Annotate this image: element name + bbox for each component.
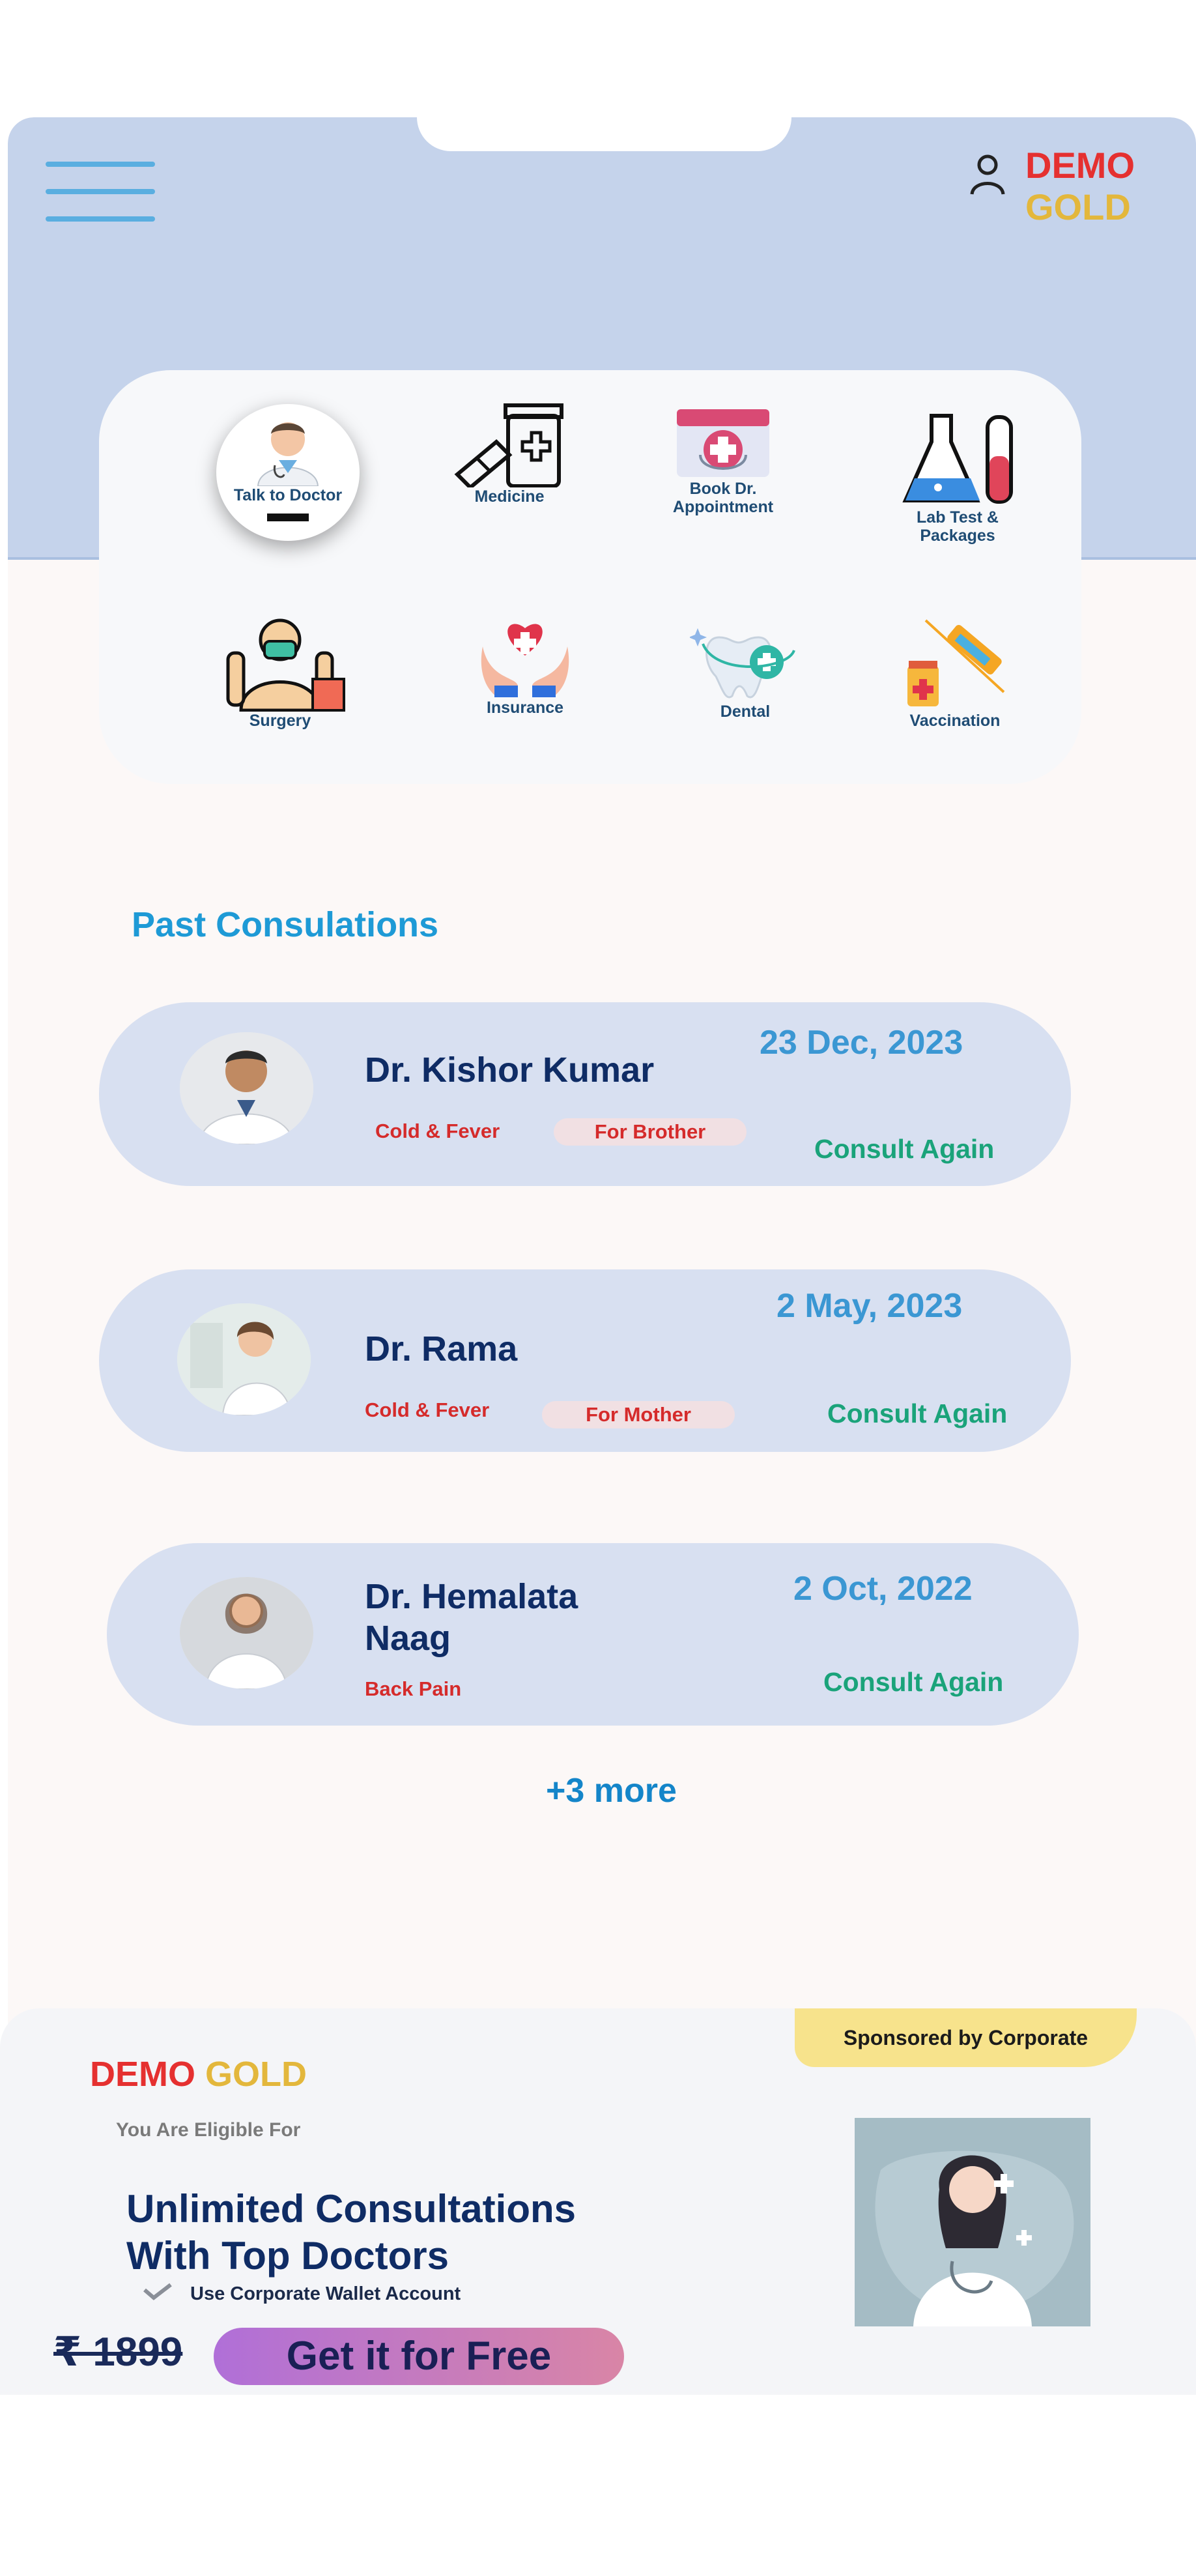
service-medicine[interactable]: Medicine: [438, 403, 581, 506]
headline-line-2: With Top Doctors: [126, 2234, 449, 2278]
consult-date: 2 Oct, 2022: [793, 1570, 973, 1608]
consult-date: 23 Dec, 2023: [760, 1024, 963, 1062]
syringe-icon: [907, 619, 1005, 706]
relation-tag: For Mother: [542, 1401, 735, 1428]
service-surgery[interactable]: Surgery: [215, 614, 345, 730]
wallet-note: Use Corporate Wallet Account: [190, 2283, 461, 2304]
service-lab-test[interactable]: Lab Test & Packages: [886, 411, 1029, 545]
sponsor-badge: Sponsored by Corporate: [795, 2008, 1137, 2067]
service-talk-to-doctor[interactable]: Talk to Doctor: [216, 414, 360, 521]
consult-date: 2 May, 2023: [776, 1287, 963, 1325]
condition-tag: Cold & Fever: [365, 1398, 490, 1421]
calendar-appointment-icon: [677, 409, 769, 477]
original-price: ₹ 1899: [53, 2330, 183, 2375]
tooth-icon: [690, 628, 795, 699]
doctor-name: Dr. Rama: [365, 1329, 518, 1368]
hamburger-menu-icon[interactable]: [46, 162, 155, 224]
doctor-illustration: [855, 2118, 1090, 2326]
brand-demo-text: DEMO: [1025, 145, 1135, 186]
service-insurance[interactable]: Insurance: [460, 614, 590, 717]
brand-gold-text: GOLD: [1025, 186, 1131, 227]
service-label: Dental: [720, 702, 771, 721]
headline-line-1: Unlimited Consultations: [126, 2187, 576, 2231]
consult-again-button[interactable]: Consult Again: [823, 1667, 1003, 1698]
doctor-avatar: [180, 1577, 313, 1689]
service-vaccination[interactable]: Vaccination: [890, 614, 1020, 730]
service-label: Book Dr. Appointment: [672, 480, 774, 516]
promo-brand: DEMO GOLD: [90, 2054, 307, 2094]
relation-tag: For Brother: [554, 1118, 747, 1146]
heart-hands-icon: [481, 624, 569, 697]
eligible-text: You Are Eligible For: [116, 2119, 301, 2141]
service-dental[interactable]: Dental: [680, 624, 810, 721]
user-profile-icon[interactable]: [969, 154, 1006, 195]
doctor-avatar: [180, 1032, 313, 1144]
medicine-icon: [454, 403, 563, 487]
surgeon-icon: [226, 618, 345, 712]
consult-again-button[interactable]: Consult Again: [814, 1134, 994, 1165]
section-title: Past Consulations: [132, 905, 439, 944]
doctor-name: Dr. Kishor Kumar: [365, 1050, 655, 1090]
service-label: Vaccination: [909, 712, 1001, 730]
service-label: Talk to Doctor: [233, 486, 343, 504]
service-book-appointment[interactable]: Book Dr. Appointment: [651, 403, 795, 516]
condition-tag: Back Pain: [365, 1677, 462, 1700]
service-label: Lab Test & Packages: [917, 508, 999, 545]
header-brand: DEMO GOLD: [1025, 145, 1135, 228]
promo-brand-demo: DEMO: [90, 2055, 195, 2094]
promo-headline: Unlimited Consultations With Top Doctors: [126, 2186, 576, 2279]
service-label: Surgery: [249, 712, 311, 730]
service-label: Insurance: [486, 699, 564, 717]
show-more-link[interactable]: +3 more: [546, 1771, 677, 1810]
active-indicator: [267, 514, 309, 521]
checkmark-icon: [142, 2282, 173, 2305]
lab-flask-icon: [902, 414, 1013, 504]
promo-brand-gold: GOLD: [205, 2055, 307, 2094]
doctor-avatar: [177, 1303, 311, 1415]
doctor-icon: [257, 422, 319, 486]
condition-tag: Cold & Fever: [375, 1120, 500, 1142]
device-notch: [417, 117, 791, 151]
doctor-name-text: Dr. Hemalata Naag: [365, 1577, 578, 1658]
doctor-name: Dr. Hemalata Naag: [365, 1576, 625, 1659]
service-label: Medicine: [474, 487, 545, 506]
get-free-button[interactable]: Get it for Free: [214, 2328, 624, 2385]
consult-again-button[interactable]: Consult Again: [827, 1398, 1007, 1429]
